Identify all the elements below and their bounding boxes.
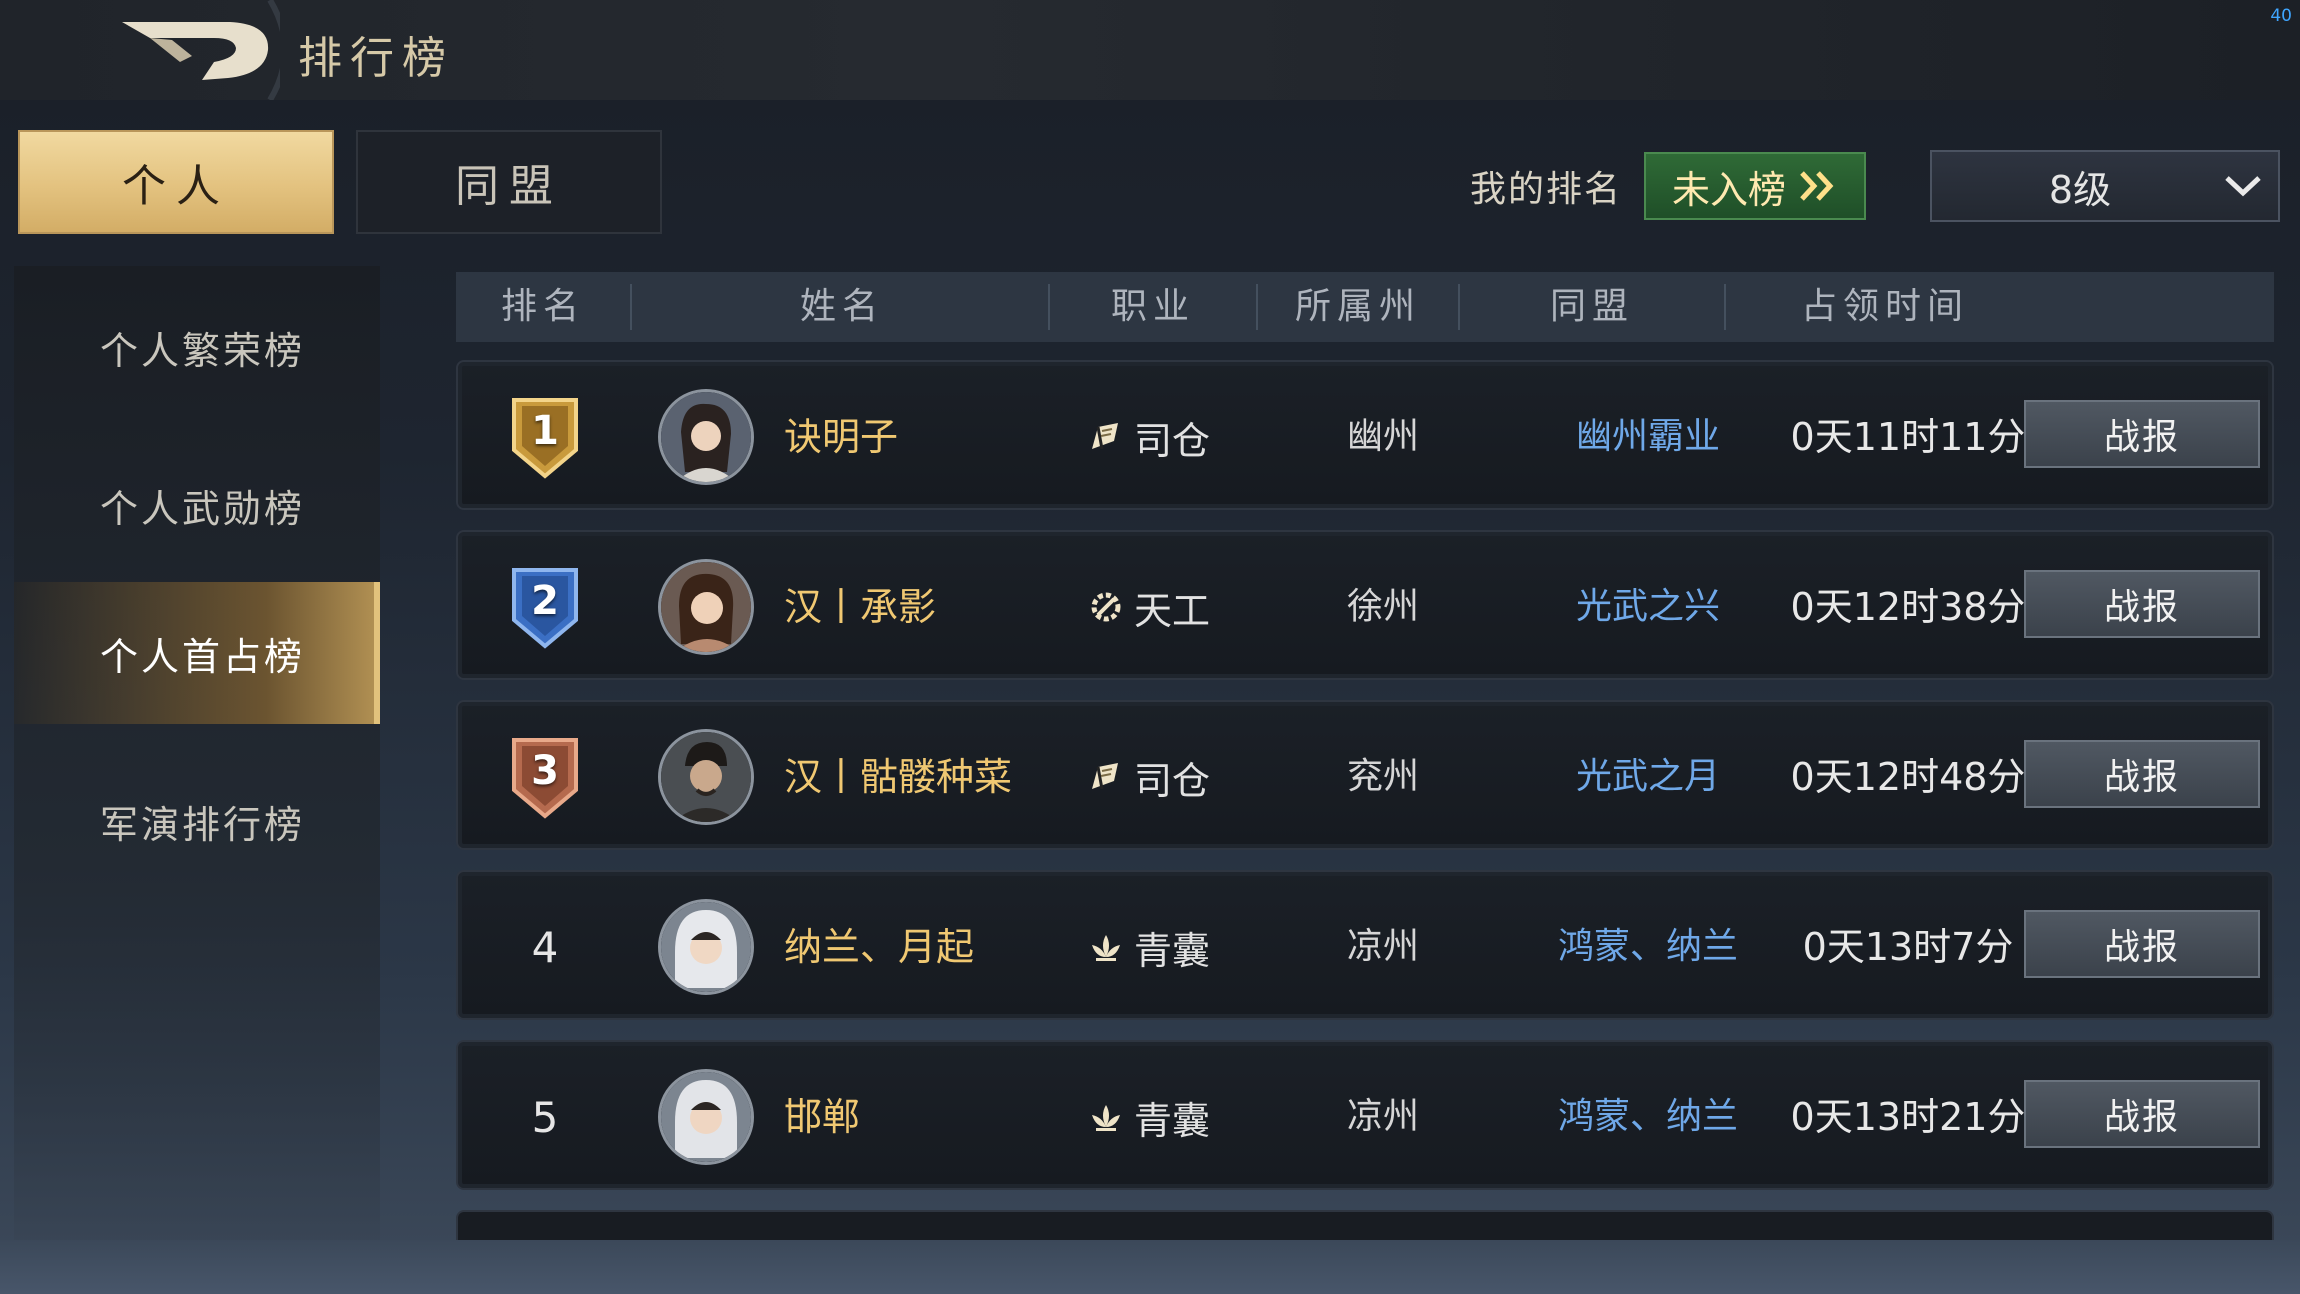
table-row: 3 汉丨骷髅种菜 司仓 兖州 光武之月 0天12时48分 战报 xyxy=(456,700,2274,850)
fps-counter: 40 xyxy=(2270,6,2292,26)
occupy-time: 0天12时38分 xyxy=(1790,585,2026,629)
battle-report-button[interactable]: 战报 xyxy=(2024,400,2260,468)
back-arrow-icon xyxy=(122,0,288,102)
battle-report-button[interactable]: 战报 xyxy=(2024,1080,2260,1148)
job-label: 青囊 xyxy=(1134,928,1211,973)
rank-badge-bronze-icon: 3 xyxy=(510,734,580,820)
tab-alliance[interactable]: 同盟 xyxy=(356,130,662,234)
player-name[interactable]: 邯郸 xyxy=(784,1042,860,1192)
table-header: 排名 姓名 职业 所属州 同盟 占领时间 xyxy=(456,272,2274,342)
occupy-time: 0天13时21分 xyxy=(1790,1095,2026,1139)
header-occupy-time: 占领时间 xyxy=(1800,286,1969,327)
alliance-link[interactable]: 幽州霸业 xyxy=(1498,362,1798,512)
rank-number: 5 xyxy=(531,1092,559,1142)
sidebar-item-merit[interactable]: 个人武勋榜 xyxy=(14,434,380,576)
page-title: 排行榜 xyxy=(298,33,454,84)
table-row: 5 邯郸 青囊 凉州 鸿蒙、纳兰 0天13时21分 战报 xyxy=(456,1040,2274,1190)
sidebar: 个人繁荣榜 个人武勋榜 个人首占榜 军演排行榜 xyxy=(14,266,380,1266)
alliance-link[interactable]: 光武之兴 xyxy=(1498,532,1798,682)
rank-number: 2 xyxy=(531,578,559,624)
level-dropdown-value: 8级 xyxy=(2048,167,2112,212)
alliance-link[interactable]: 鸿蒙、纳兰 xyxy=(1498,872,1798,1022)
my-rank-status-text: 未入榜 xyxy=(1671,167,1786,212)
state-label: 凉州 xyxy=(1346,1096,1419,1137)
header-job: 职业 xyxy=(1110,286,1195,327)
lotus-icon xyxy=(1092,1105,1120,1131)
alliance-link[interactable]: 光武之月 xyxy=(1498,702,1798,852)
state-label: 幽州 xyxy=(1346,416,1419,457)
avatar[interactable] xyxy=(658,1069,754,1165)
gear-tool-icon xyxy=(1091,592,1121,622)
header-name: 姓名 xyxy=(799,286,884,327)
job-label: 司仓 xyxy=(1134,418,1211,463)
player-name[interactable]: 汉丨承影 xyxy=(784,532,936,682)
battle-report-button[interactable]: 战报 xyxy=(2024,910,2260,978)
player-name[interactable]: 纳兰、月起 xyxy=(784,872,974,1022)
lotus-icon xyxy=(1092,935,1120,961)
occupy-time: 0天12时48分 xyxy=(1790,755,2026,799)
avatar[interactable] xyxy=(658,729,754,825)
rank-number: 3 xyxy=(531,748,559,794)
job-label: 司仓 xyxy=(1134,758,1211,803)
table-row-partial xyxy=(456,1210,2274,1240)
occupy-time: 0天11时11分 xyxy=(1790,415,2026,459)
tab-personal[interactable]: 个人 xyxy=(18,130,334,234)
table-row: 2 汉丨承影 天工 徐州 光武之兴 0天12时38分 战报 xyxy=(456,530,2274,680)
chevron-down-icon xyxy=(2225,176,2261,197)
job-label: 青囊 xyxy=(1134,1098,1211,1143)
table-row: 4 纳兰、月起 青囊 凉州 鸿蒙、纳兰 0天13时7分 战报 xyxy=(456,870,2274,1020)
player-name[interactable]: 诀明子 xyxy=(784,362,898,512)
top-bar: 排行榜 40 xyxy=(0,0,2300,102)
alliance-link[interactable]: 鸿蒙、纳兰 xyxy=(1498,1042,1798,1192)
header-rank: 排名 xyxy=(500,286,585,327)
battle-report-button[interactable]: 战报 xyxy=(2024,570,2260,638)
rank-badge-silver-icon: 2 xyxy=(510,564,580,650)
occupy-time: 0天13时7分 xyxy=(1802,925,2014,969)
sidebar-item-military-drill[interactable]: 军演排行榜 xyxy=(14,750,380,892)
job-label: 天工 xyxy=(1134,588,1211,633)
rank-badge-gold-icon: 1 xyxy=(510,394,580,480)
my-rank-status-button[interactable]: 未入榜 xyxy=(1644,152,1866,220)
sidebar-item-prosperity[interactable]: 个人繁荣榜 xyxy=(14,276,380,418)
rank-number: 4 xyxy=(531,922,559,972)
sidebar-item-first-occupy[interactable]: 个人首占榜 xyxy=(14,582,380,724)
state-label: 凉州 xyxy=(1346,926,1419,967)
my-rank-label: 我的排名 xyxy=(1470,169,1623,210)
granary-flag-icon xyxy=(1092,763,1118,790)
avatar[interactable] xyxy=(658,899,754,995)
granary-flag-icon xyxy=(1092,423,1118,450)
battle-report-button[interactable]: 战报 xyxy=(2024,740,2260,808)
rank-number: 1 xyxy=(531,408,559,454)
level-dropdown[interactable]: 8级 xyxy=(1930,150,2280,222)
table-row: 1 诀明子 司仓 幽州 幽州霸业 0天11时11分 战报 xyxy=(456,360,2274,510)
double-chevron-right-icon xyxy=(1800,171,1834,201)
avatar[interactable] xyxy=(658,389,754,485)
back-button[interactable] xyxy=(110,0,288,102)
state-label: 兖州 xyxy=(1346,756,1419,797)
avatar[interactable] xyxy=(658,559,754,655)
header-state: 所属州 xyxy=(1294,286,1421,327)
bottom-edge xyxy=(0,1240,2300,1294)
player-name[interactable]: 汉丨骷髅种菜 xyxy=(784,702,1012,852)
state-label: 徐州 xyxy=(1346,586,1419,627)
header-alliance: 同盟 xyxy=(1549,286,1634,327)
